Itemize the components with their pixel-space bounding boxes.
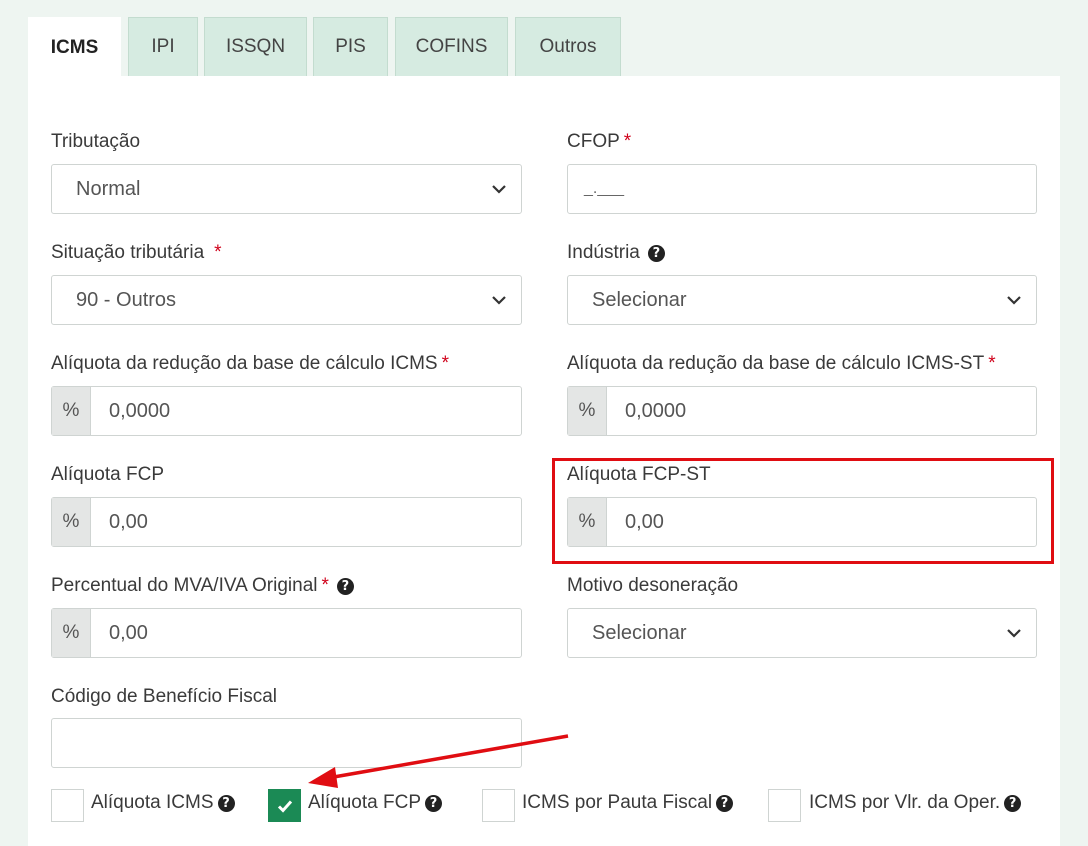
annotation-arrow bbox=[308, 734, 569, 788]
tab-icms[interactable]: ICMS bbox=[28, 17, 121, 77]
